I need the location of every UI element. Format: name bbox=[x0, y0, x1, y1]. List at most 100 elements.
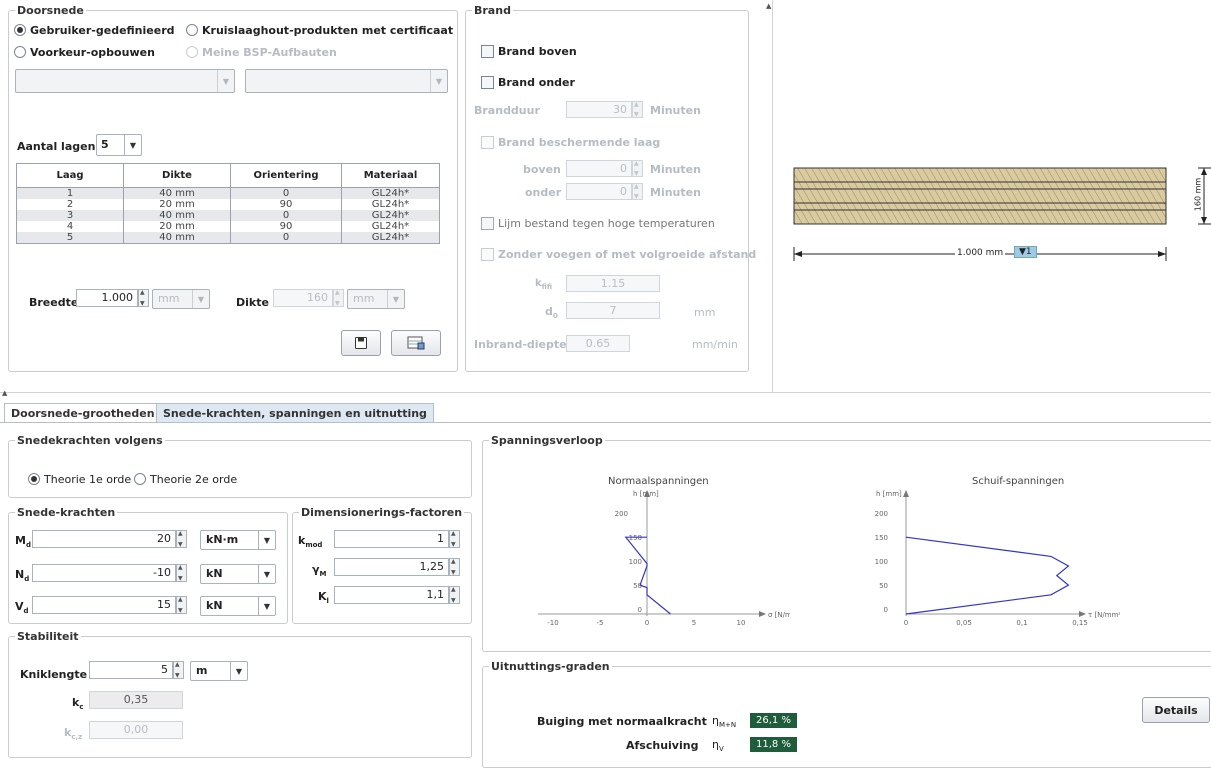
table-row[interactable]: 2 20 mm 90 GL24h* bbox=[16, 199, 440, 210]
lijm-checkbox[interactable]: Lijm bestand tegen hoge temperaturen bbox=[481, 216, 715, 230]
nd-input[interactable]: -10 bbox=[32, 564, 176, 582]
normaal-h-tick: 100 bbox=[629, 558, 642, 566]
kmod-spinner[interactable] bbox=[449, 530, 460, 548]
col-dikte: Dikte bbox=[123, 163, 231, 188]
onder-unit: Minuten bbox=[650, 186, 701, 199]
kniklengte-spinner[interactable] bbox=[173, 661, 184, 679]
kniklengte-input[interactable]: 5 bbox=[89, 661, 173, 679]
boven-label: boven bbox=[523, 163, 561, 176]
breedte-label: Breedte bbox=[29, 296, 79, 309]
wood-layer-2 bbox=[793, 181, 1167, 190]
onder-spinner bbox=[632, 183, 643, 200]
kl-spinner[interactable] bbox=[449, 586, 460, 604]
vd-spinner[interactable] bbox=[176, 596, 187, 614]
kfifi-symbol: k bbox=[535, 278, 542, 289]
checkbox-box bbox=[481, 247, 494, 261]
width-dimension-label: 1.000 mm bbox=[955, 248, 1006, 258]
kcr-field: 0,00 bbox=[89, 721, 183, 739]
table-row[interactable]: 5 40 mm 0 GL24h* bbox=[16, 232, 440, 244]
table-cell: 40 mm bbox=[123, 210, 231, 221]
dikte-label: Dikte bbox=[236, 296, 269, 309]
kc-label: kc bbox=[72, 696, 83, 711]
aantal-lagen-label: Aantal lagen bbox=[17, 140, 96, 153]
theorie-2-label: Theorie 2e orde bbox=[150, 472, 238, 486]
kl-input[interactable]: 1,1 bbox=[334, 586, 449, 604]
d0-unit: mm bbox=[694, 306, 716, 319]
horizontal-splitter[interactable] bbox=[0, 392, 1211, 399]
vd-unit-select[interactable]: kN ▼ bbox=[200, 596, 276, 616]
aantal-lagen-select[interactable]: 5 ▼ bbox=[96, 134, 142, 156]
kfifi-label: kfifi bbox=[535, 278, 552, 291]
schuif-series-line bbox=[905, 536, 1070, 615]
breedte-input[interactable]: 1.000 bbox=[76, 289, 138, 307]
breedte-unit-select: mm ▼ bbox=[152, 289, 210, 309]
ym-spinner[interactable] bbox=[449, 558, 460, 576]
dikte-unit-select: mm ▼ bbox=[347, 289, 405, 309]
layer-tag[interactable]: ▼1 bbox=[1014, 246, 1037, 258]
table-cell: 4 bbox=[16, 221, 124, 232]
radio-clt-products[interactable]: Kruislaaghout-produkten met certificaat bbox=[186, 23, 453, 37]
radio-preferred[interactable]: Voorkeur-opbouwen bbox=[14, 45, 155, 59]
ym-input[interactable]: 1,25 bbox=[334, 558, 449, 576]
kmod-input[interactable]: 1 bbox=[334, 530, 449, 548]
brandduur-unit: Minuten bbox=[650, 104, 701, 117]
beschermlaag-label: Brand beschermende laag bbox=[498, 135, 661, 149]
save-button[interactable] bbox=[341, 330, 381, 356]
export-button[interactable] bbox=[391, 330, 441, 356]
wood-layer-3 bbox=[793, 188, 1167, 204]
radio-theorie-1[interactable]: Theorie 1e orde bbox=[28, 472, 131, 486]
radio-user-defined[interactable]: Gebruiker-gedefinieerd bbox=[14, 23, 175, 37]
kc-sub: c bbox=[79, 703, 84, 712]
md-input[interactable]: 20 bbox=[32, 530, 176, 548]
details-button[interactable]: Details bbox=[1142, 697, 1210, 723]
table-cell: 5 bbox=[16, 232, 124, 244]
tab-snede-krachten[interactable]: Snede-krachten, spanningen en uitnutting bbox=[156, 403, 434, 423]
splitter-arrow-icon[interactable]: ▲ bbox=[2, 389, 7, 397]
zonder-voegen-label: Zonder voegen of met volgroeide afstand bbox=[498, 247, 757, 261]
d0-symbol: d bbox=[545, 305, 553, 318]
table-cell: 2 bbox=[16, 199, 124, 210]
schuif-h-tick: 100 bbox=[875, 558, 888, 566]
col-laag: Laag bbox=[16, 163, 124, 188]
md-unit-select[interactable]: kN·m ▼ bbox=[200, 530, 276, 550]
afschuiving-label: Afschuiving bbox=[626, 739, 699, 752]
brand-boven-checkbox[interactable]: Brand boven bbox=[481, 44, 577, 58]
radio-theorie-2[interactable]: Theorie 2e orde bbox=[134, 472, 237, 486]
vertical-splitter[interactable] bbox=[766, 0, 773, 392]
normaal-h-tick: 200 bbox=[615, 510, 628, 518]
brandduur-spinner bbox=[632, 101, 643, 118]
normaal-h-axis-label: h [mm] bbox=[633, 490, 659, 498]
table-cell: 20 mm bbox=[123, 199, 231, 210]
table-row[interactable]: 1 40 mm 0 GL24h* bbox=[16, 187, 440, 199]
nd-label: Nd bbox=[15, 568, 29, 583]
normaal-h-tick: 150 bbox=[629, 534, 642, 542]
md-spinner[interactable] bbox=[176, 530, 187, 548]
nd-symbol: N bbox=[15, 568, 25, 581]
brand-onder-checkbox[interactable]: Brand onder bbox=[481, 75, 575, 89]
kmod-sub: mod bbox=[305, 541, 323, 550]
breedte-spinner[interactable] bbox=[138, 289, 149, 307]
width-arrow-right bbox=[1158, 251, 1166, 257]
schuif-chart-title: Schuif-spanningen bbox=[972, 476, 1065, 487]
checkbox-box bbox=[481, 135, 494, 149]
table-cell: 0 bbox=[230, 210, 342, 221]
height-arrow-bottom bbox=[1201, 217, 1207, 224]
kniklengte-unit-select[interactable]: m ▼ bbox=[190, 661, 248, 681]
boven-spinner bbox=[632, 160, 643, 177]
schuif-x-axis-arrow bbox=[1079, 611, 1086, 617]
nd-unit-select[interactable]: kN ▼ bbox=[200, 564, 276, 584]
table-row[interactable]: 4 20 mm 90 GL24h* bbox=[16, 221, 440, 232]
table-row[interactable]: 3 40 mm 0 GL24h* bbox=[16, 210, 440, 221]
normaal-sigma-tick: -10 bbox=[547, 619, 558, 627]
checkbox-box bbox=[481, 44, 494, 58]
vd-input[interactable]: 15 bbox=[32, 596, 176, 614]
splitter-arrow-icon[interactable]: ▲ bbox=[766, 2, 771, 10]
brandduur-input: 30 bbox=[566, 101, 632, 118]
wood-layer-4 bbox=[793, 202, 1167, 211]
schuif-tau-tick: 0,05 bbox=[956, 619, 972, 627]
tab-doorsnede-grootheden[interactable]: Doorsnede-grootheden bbox=[4, 403, 162, 423]
nd-spinner[interactable] bbox=[176, 564, 187, 582]
spanningsverloop-title: Spanningsverloop bbox=[489, 434, 605, 447]
breedte-unit-value: mm bbox=[158, 292, 180, 305]
table-cell: GL24h* bbox=[341, 221, 440, 232]
